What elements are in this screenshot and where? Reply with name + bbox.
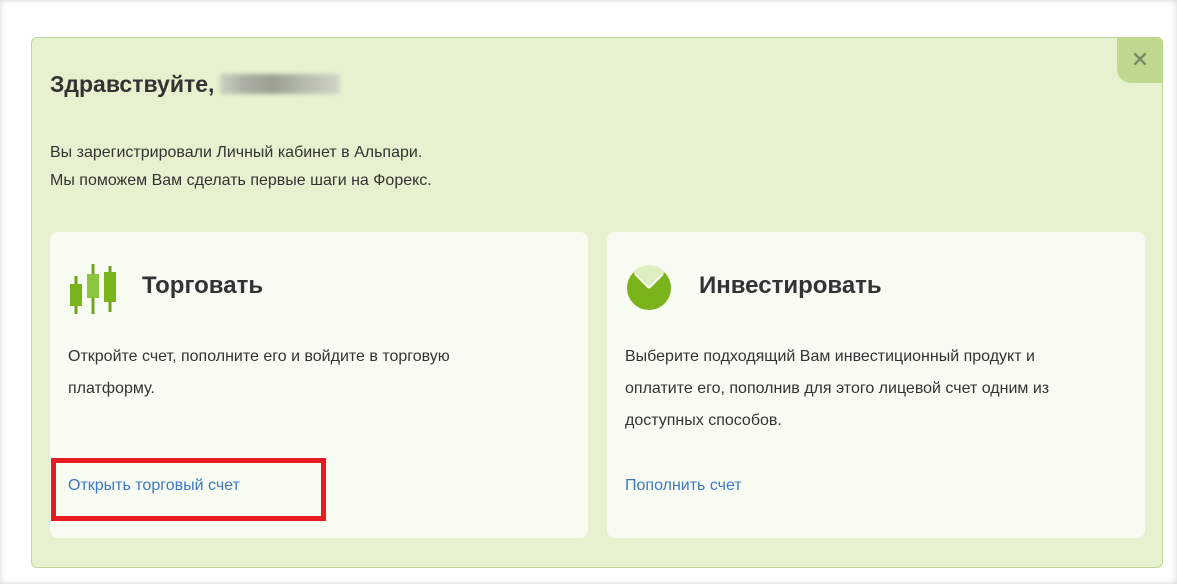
candlestick-chart-icon bbox=[70, 264, 116, 314]
close-button[interactable] bbox=[1117, 37, 1163, 83]
window-frame: Здравствуйте, Вы зарегистрировали Личный… bbox=[0, 0, 1177, 584]
invest-card-title: Инвестировать bbox=[699, 272, 882, 299]
intro-line-1: Вы зарегистрировали Личный кабинет в Аль… bbox=[50, 144, 423, 161]
top-up-account-link[interactable]: Пополнить счет bbox=[625, 477, 742, 495]
pie-chart-icon bbox=[627, 265, 671, 310]
highlight-box bbox=[51, 458, 326, 521]
greeting-text: Здравствуйте, bbox=[50, 71, 215, 97]
close-icon bbox=[1133, 52, 1147, 66]
intro-line-2: Мы поможем Вам сделать первые шаги на Фо… bbox=[50, 172, 432, 189]
invest-card-description: Выберите подходящий Вам инвестиционный п… bbox=[625, 348, 1050, 429]
trade-card-title: Торговать bbox=[142, 272, 264, 299]
invest-card: Инвестировать Выберите подходящий Вам ин… bbox=[607, 232, 1145, 538]
user-name-redacted bbox=[220, 74, 341, 94]
intro-text: Вы зарегистрировали Личный кабинет в Аль… bbox=[50, 139, 432, 195]
trade-card-description: Откройте счет, пополните его и войдите в… bbox=[68, 348, 450, 397]
greeting-heading: Здравствуйте, bbox=[50, 71, 341, 98]
